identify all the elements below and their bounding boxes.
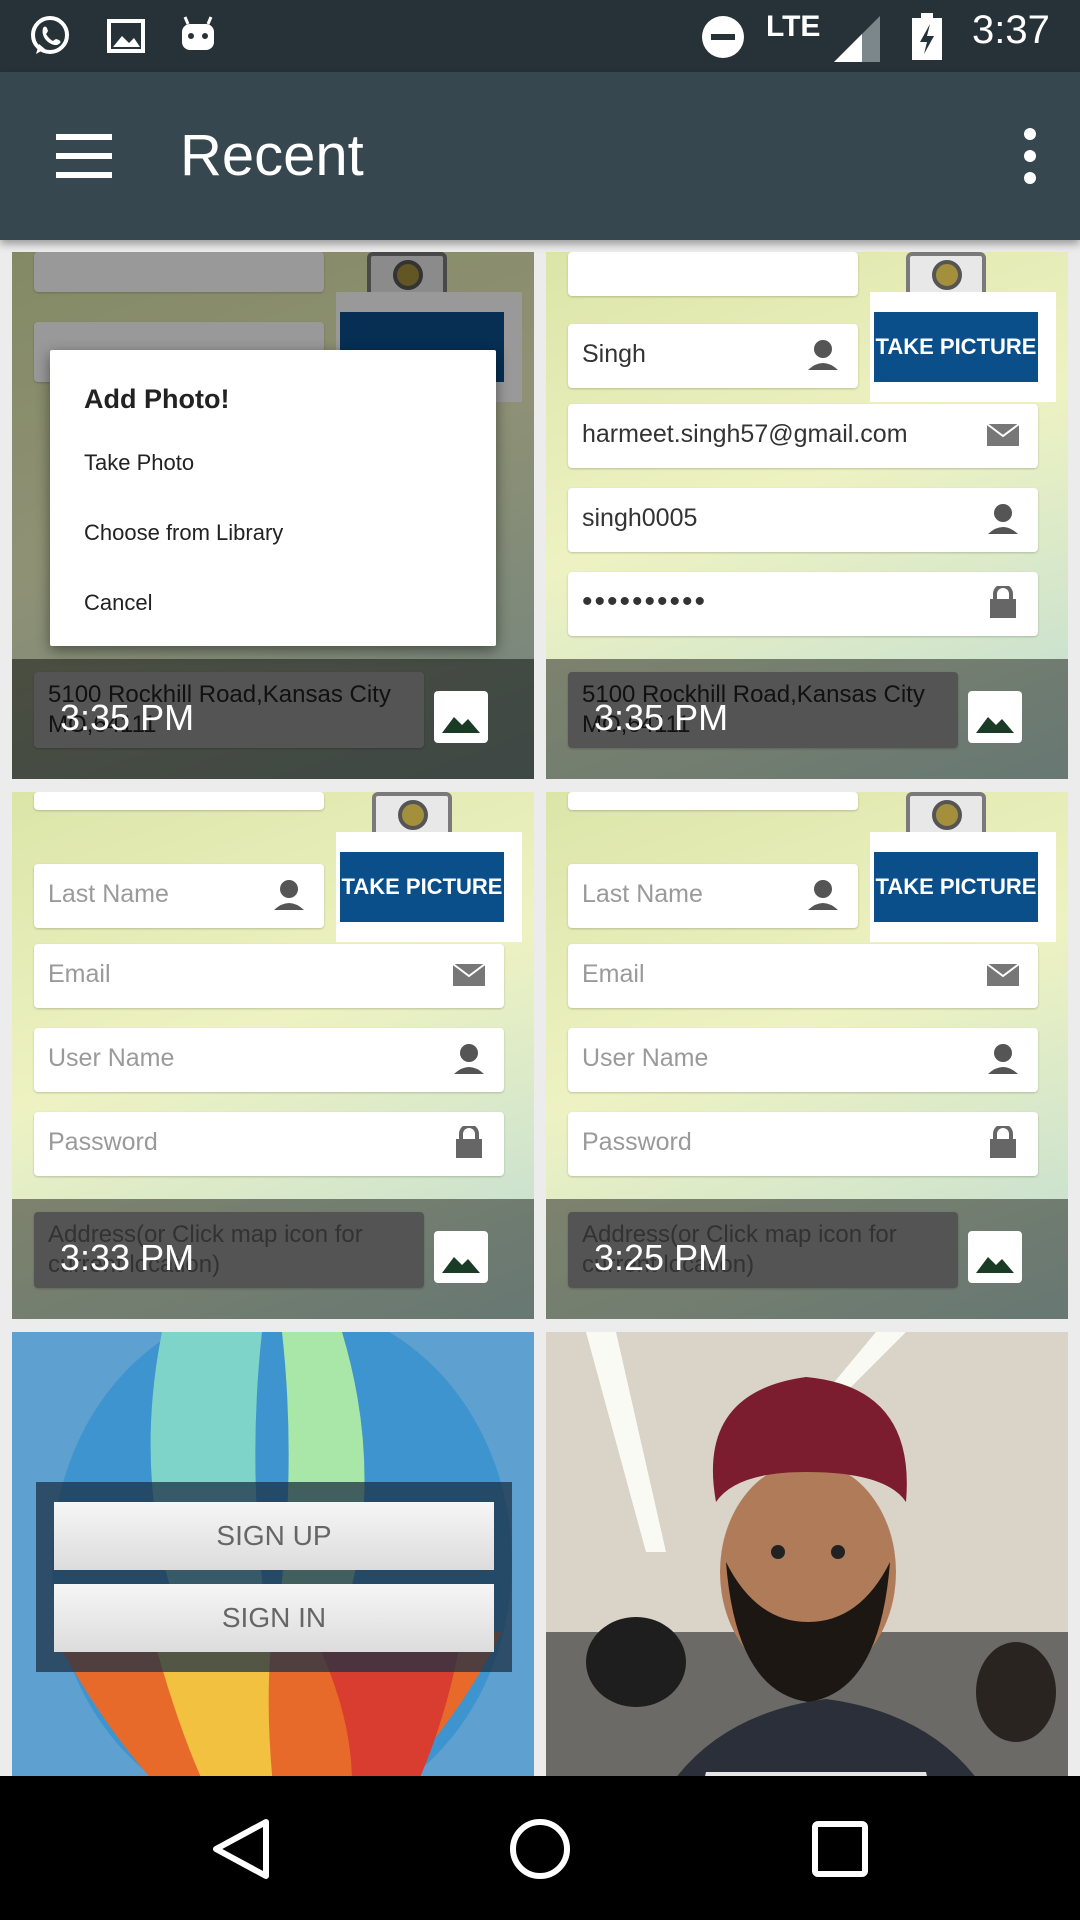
image-type-icon [968,691,1022,743]
form-field [34,792,324,810]
form-field: Email [34,944,504,1008]
signal-icon [834,16,880,62]
form-field: Password [568,1112,1038,1176]
email-icon [986,423,1020,446]
lock-icon [456,1126,482,1158]
lock-icon [990,586,1016,618]
recent-images-grid: 5100 Rockhill Road,Kansas City MO,64111 … [0,252,1080,1776]
email-icon [452,963,486,986]
person-icon [454,1044,484,1074]
take-picture-area: TAKE PICTURE [336,832,522,942]
person-icon [808,880,838,910]
take-photo-option[interactable]: Take Photo [84,450,194,476]
battery-charging-icon [912,13,942,60]
sign-in-button: SIGN IN [54,1584,494,1652]
add-photo-dialog: Add Photo! Take Photo Choose from Librar… [50,350,496,646]
image-type-icon [434,691,488,743]
form-field: singh0005 [568,488,1038,552]
image-type-icon [434,1231,488,1283]
take-picture-area: TAKE PICTURE [870,832,1056,942]
android-icon [182,16,214,50]
sign-buttons-panel: SIGN UP SIGN IN [36,1482,512,1672]
person-icon [274,880,304,910]
form-field: •••••••••• [568,572,1038,636]
image-thumbnail[interactable]: 5100 Rockhill Road,Kansas City MO,64111 … [12,252,534,779]
caption-bar: 3:35 PM [546,659,1068,779]
image-thumbnail[interactable]: TAKE PICTURE Last Name Email User Name P… [546,792,1068,1319]
form-field: harmeet.singh57@gmail.com [568,404,1038,468]
form-field: Email [568,944,1038,1008]
form-field [568,252,858,296]
form-field: Last Name [568,864,858,928]
caption-bar: 3:35 PM [12,659,534,779]
page-title: Recent [180,123,364,188]
choose-from-library-option[interactable]: Choose from Library [84,520,283,546]
person-icon [988,1044,1018,1074]
caption-bar: 3:25 PM [546,1199,1068,1319]
image-thumbnail[interactable]: TAKE PICTURE Last Name Email User Name P… [12,792,534,1319]
image-thumbnail[interactable]: SIGN UP SIGN IN [12,1332,534,1776]
image-thumbnail[interactable]: TAKE PICTURE Singh harmeet.singh57@gmail… [546,252,1068,779]
person-icon [808,340,838,370]
image-thumbnail[interactable] [546,1332,1068,1776]
form-field: Password [34,1112,504,1176]
clock: 3:37 [972,8,1050,52]
timestamp: 3:35 PM [60,697,195,738]
cancel-option[interactable]: Cancel [84,590,152,616]
image-type-icon [968,1231,1022,1283]
form-field: User Name [568,1028,1038,1092]
system-navigation-bar [0,1776,1080,1920]
form-field: Last Name [34,864,324,928]
take-picture-area: TAKE PICTURE [870,292,1056,402]
network-type: LTE [766,10,821,43]
app-toolbar: Recent [0,72,1080,240]
email-icon [986,963,1020,986]
status-bar: LTE 3:37 [0,0,1080,72]
form-field: User Name [34,1028,504,1092]
person-icon [988,504,1018,534]
do-not-disturb-icon [702,16,744,58]
sign-up-button: SIGN UP [54,1502,494,1570]
timestamp: 3:25 PM [594,1237,729,1278]
selfie-photo [546,1332,1068,1776]
back-icon[interactable] [206,1814,276,1884]
hamburger-menu-icon[interactable] [56,134,112,178]
form-field: Singh [568,324,858,388]
thumbnail-image: SIGN UP SIGN IN [12,1332,534,1776]
form-field [34,252,324,292]
timestamp: 3:33 PM [60,1237,195,1278]
caption-bar: 3:33 PM [12,1199,534,1319]
image-notification-icon [107,19,145,53]
whatsapp-icon [31,16,69,54]
recents-icon[interactable] [805,1814,875,1884]
dialog-title: Add Photo! [84,384,230,414]
lock-icon [990,1126,1016,1158]
home-icon[interactable] [505,1814,575,1884]
more-vert-icon[interactable] [1020,128,1040,184]
timestamp: 3:35 PM [594,697,729,738]
form-field [568,792,858,810]
